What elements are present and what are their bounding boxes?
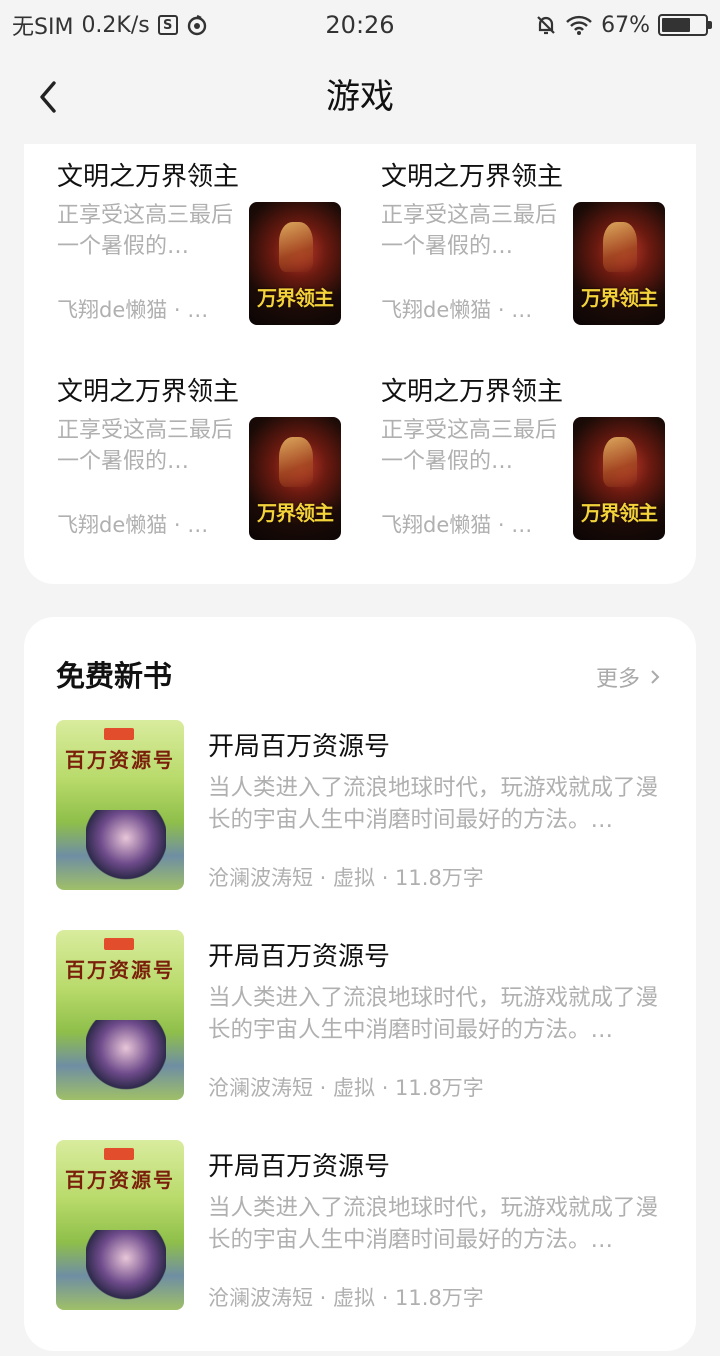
book-title: 文明之万界领主 [57,377,240,407]
book-title: 文明之万界领主 [381,162,564,192]
book-author: 飞翔de懒猫 · … [381,513,533,537]
grid-book-item[interactable]: 文明之万界领主 正享受这高三最后一个暑假的… 飞翔de懒猫 · … 万界领主 [381,359,673,549]
book-description: 正享受这高三最后一个暑假的… [381,203,558,259]
carrier-label: 无SIM [12,15,74,40]
grid-book-item[interactable]: 文明之万界领主 正享受这高三最后一个暑假的… 飞翔de懒猫 · … 万界领主 [381,144,673,334]
list-book-item[interactable]: 百万资源号 开局百万资源号 当人类进入了流浪地球时代，玩游戏就成了漫长的宇宙人生… [56,720,676,890]
book-author: 飞翔de懒猫 · … [381,298,533,322]
grid-book-item[interactable]: 文明之万界领主 正享受这高三最后一个暑假的… 飞翔de懒猫 · … 万界领主 [57,359,349,549]
status-right: 67% [535,12,712,38]
free-books-card: 免费新书 更多 百万资源号 开局百万资源号 当人类进入了流浪地球时代，玩游戏就成… [24,617,696,1351]
book-meta: 沧澜波涛短 · 虚拟 · 11.8万字 [208,866,484,890]
cover-title: 百万资源号 [65,958,175,982]
book-description: 当人类进入了流浪地球时代，玩游戏就成了漫长的宇宙人生中消磨时间最好的方法。… [208,1195,659,1253]
list-book-item[interactable]: 百万资源号 开局百万资源号 当人类进入了流浪地球时代，玩游戏就成了漫长的宇宙人生… [56,930,676,1100]
network-speed: 0.2K/s [81,12,150,38]
book-title: 文明之万界领主 [381,377,564,407]
book-description: 正享受这高三最后一个暑假的… [57,418,234,474]
book-title: 开局百万资源号 [208,1152,391,1182]
book-title: 开局百万资源号 [208,942,391,972]
sync-icon [187,14,206,36]
book-cover: 万界领主 [573,202,665,325]
book-cover: 万界领主 [249,417,341,540]
book-author: 飞翔de懒猫 · … [57,298,209,322]
book-author: 飞翔de懒猫 · … [57,513,209,537]
status-bar: 无SIM 0.2K/s S 20:26 67% [0,0,720,50]
book-description: 正享受这高三最后一个暑假的… [57,203,234,259]
battery-level-fill [662,18,691,32]
book-title: 文明之万界领主 [57,162,240,192]
more-link[interactable]: 更多 [596,661,660,693]
page-title: 游戏 [326,77,394,117]
chevron-right-icon [651,670,660,684]
book-cover: 百万资源号 [56,1140,184,1310]
grid-book-item[interactable]: 文明之万界领主 正享受这高三最后一个暑假的… 飞翔de懒猫 · … 万界领主 [57,144,349,334]
cover-title: 万界领主 [257,501,334,525]
book-meta: 沧澜波涛短 · 虚拟 · 11.8万字 [208,1286,484,1310]
nav-bar: 游戏 [0,50,720,144]
status-left: 无SIM 0.2K/s S [12,9,208,41]
book-title: 开局百万资源号 [208,732,391,762]
cover-title: 万界领主 [581,286,658,310]
cover-title: 万界领主 [257,286,334,310]
wifi-icon [566,15,592,35]
book-cover: 万界领主 [249,202,341,325]
more-label: 更多 [595,667,640,692]
book-cover: 百万资源号 [56,720,184,890]
app-notification-icon: S [157,15,178,35]
book-grid-card: 文明之万界领主 正享受这高三最后一个暑假的… 飞翔de懒猫 · … 万界领主 文… [24,144,696,584]
list-book-item[interactable]: 百万资源号 开局百万资源号 当人类进入了流浪地球时代，玩游戏就成了漫长的宇宙人生… [56,1140,676,1310]
cover-title: 百万资源号 [65,748,175,772]
book-description: 当人类进入了流浪地球时代，玩游戏就成了漫长的宇宙人生中消磨时间最好的方法。… [208,985,659,1043]
book-meta: 沧澜波涛短 · 虚拟 · 11.8万字 [208,1076,484,1100]
battery-icon [658,14,712,36]
mute-bell-icon [537,16,555,35]
book-description: 正享受这高三最后一个暑假的… [381,418,558,474]
cover-title: 百万资源号 [65,1168,175,1192]
book-description: 当人类进入了流浪地球时代，玩游戏就成了漫长的宇宙人生中消磨时间最好的方法。… [208,775,659,833]
cover-title: 万界领主 [581,501,658,525]
battery-percent: 67% [601,12,650,38]
book-cover: 百万资源号 [56,930,184,1100]
section-title: 免费新书 [56,659,173,693]
book-cover: 万界领主 [573,417,665,540]
